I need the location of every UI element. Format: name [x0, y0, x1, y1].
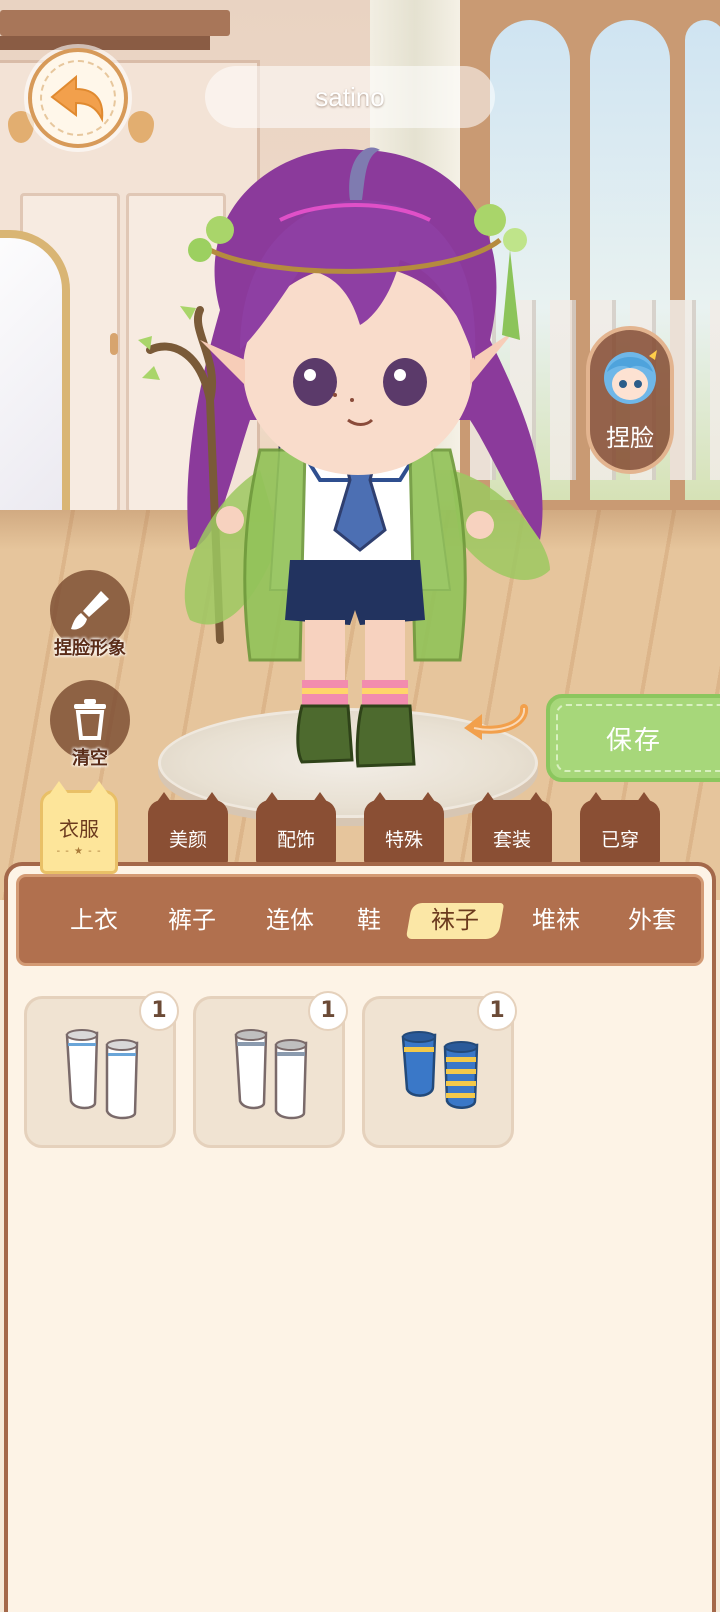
- subtab-tops[interactable]: 上衣: [59, 877, 129, 963]
- save-label: 保存: [606, 725, 663, 756]
- pinch-face-label: 捏脸形象: [54, 638, 126, 659]
- item-count-badge: 1: [477, 991, 517, 1031]
- item-card[interactable]: 1: [362, 991, 517, 1148]
- item-count-badge: 1: [308, 991, 348, 1031]
- pinch-face-image-button[interactable]: 捏脸形象: [50, 570, 130, 660]
- tab-sets[interactable]: 套装: [472, 792, 552, 866]
- door-knob: [110, 333, 118, 355]
- subtab-socks[interactable]: 袜子: [405, 877, 505, 963]
- tab-decoration: - - ★ - -: [56, 846, 102, 857]
- back-arrow-icon: [50, 74, 104, 123]
- face-edit-label: 捏脸: [606, 424, 654, 452]
- subtab-slouch-socks-label: 堆袜: [532, 906, 580, 934]
- clear-button[interactable]: 清空: [50, 680, 130, 770]
- brush-icon: [71, 591, 109, 630]
- back-button[interactable]: [28, 48, 128, 148]
- trash-icon: [74, 699, 106, 740]
- tab-clothes[interactable]: 衣服 - - ★ - -: [40, 781, 118, 874]
- subtab-coats-label: 外套: [628, 906, 676, 934]
- clear-label: 清空: [72, 748, 108, 769]
- character-avatar[interactable]: [130, 120, 590, 780]
- subtab-shoes[interactable]: 鞋: [349, 877, 389, 963]
- item-card[interactable]: 1: [193, 991, 348, 1148]
- subtab-coats[interactable]: 外套: [617, 877, 687, 963]
- white-socks-gray-stripe-icon: [234, 1029, 308, 1120]
- face-edit-button[interactable]: 捏脸: [586, 326, 674, 474]
- tab-worn-label: 已穿: [600, 828, 639, 851]
- tab-special[interactable]: 特殊: [364, 792, 444, 866]
- tab-accessories-label: 配饰: [276, 828, 315, 851]
- subtab-slouch-socks[interactable]: 堆袜: [521, 877, 591, 963]
- tab-clothes-label: 衣服: [59, 817, 99, 841]
- subtab-pants-label: 裤子: [168, 906, 216, 934]
- tab-beauty-label: 美颜: [168, 828, 207, 851]
- subtab-onepiece[interactable]: 连体: [255, 877, 325, 963]
- rotate-character-icon[interactable]: [460, 694, 532, 744]
- subtab-socks-label: 袜子: [431, 906, 479, 934]
- wardrobe-panel: 上衣 裤子 连体 鞋 袜子 堆袜 外套 1 1 1: [4, 862, 716, 1612]
- tab-special-label: 特殊: [384, 828, 423, 851]
- subtab-tops-label: 上衣: [70, 906, 118, 934]
- face-avatar-icon: [604, 350, 657, 404]
- blue-yellow-striped-socks-icon: [401, 1031, 479, 1109]
- wall-shelf: [0, 10, 230, 36]
- tab-worn[interactable]: 已穿: [580, 792, 660, 866]
- player-name-field[interactable]: satino: [205, 66, 495, 128]
- white-socks-blue-stripe-icon: [65, 1029, 139, 1120]
- item-count-badge: 1: [139, 991, 179, 1031]
- tab-accessories[interactable]: 配饰: [256, 792, 336, 866]
- save-button[interactable]: 保存: [546, 694, 720, 782]
- subtab-onepiece-label: 连体: [266, 906, 314, 934]
- subtab-pants[interactable]: 裤子: [157, 877, 227, 963]
- drawer-handle-icon: [8, 111, 34, 143]
- wall-shelf-edge: [0, 36, 210, 50]
- item-card[interactable]: 1: [24, 991, 179, 1148]
- tab-beauty[interactable]: 美颜: [148, 792, 228, 866]
- subcategory-tabs: 上衣 裤子 连体 鞋 袜子 堆袜 外套: [16, 874, 704, 966]
- tab-sets-label: 套装: [492, 828, 531, 851]
- subtab-shoes-label: 鞋: [357, 906, 381, 934]
